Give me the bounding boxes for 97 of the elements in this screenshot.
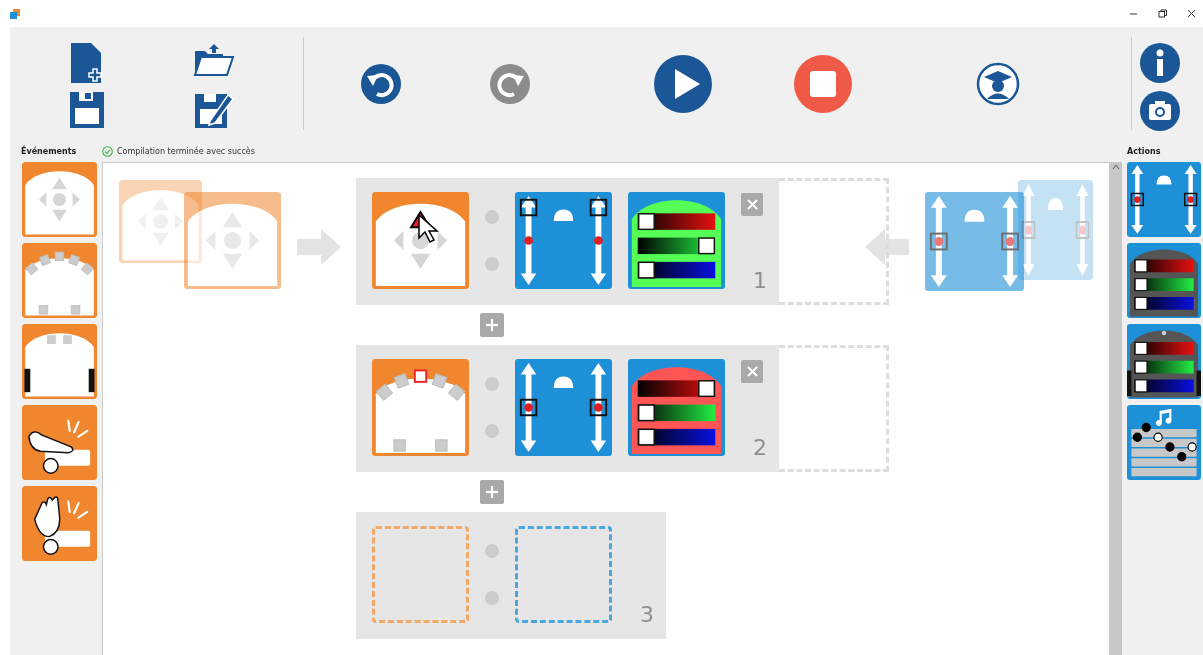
sensor-square[interactable] — [413, 369, 428, 383]
motor-slider-thumb[interactable] — [519, 398, 538, 417]
connector-dot — [485, 257, 499, 271]
scroll-up-icon[interactable] — [1112, 164, 1120, 170]
color-slider-thumb[interactable] — [1134, 259, 1148, 273]
bottom-led-action-card[interactable] — [1127, 324, 1201, 399]
actions-title: Actions — [1127, 146, 1161, 156]
robot-icon — [964, 209, 985, 222]
floppy-pencil-icon[interactable] — [193, 91, 234, 129]
plus-icon — [485, 318, 499, 332]
color-slider-thumb[interactable] — [698, 380, 716, 398]
motors-action-card[interactable] — [515, 359, 612, 456]
ground-event-card[interactable] — [22, 324, 97, 399]
rule-number: 1 — [753, 268, 767, 293]
color-slider-thumb[interactable] — [1134, 341, 1148, 355]
close-icon[interactable] — [1186, 8, 1197, 19]
robot-icon — [553, 209, 574, 222]
color-slider-thumb[interactable] — [637, 428, 655, 446]
motors-action-card[interactable] — [515, 192, 612, 289]
sensor-square — [63, 335, 72, 344]
sensor-square — [47, 335, 56, 344]
graduation-cap-icon[interactable] — [976, 61, 1020, 106]
close-icon — [745, 365, 759, 378]
left-arrow-icon — [865, 227, 909, 267]
motor-slider[interactable] — [519, 362, 538, 453]
motor-slider-thumb[interactable] — [1001, 232, 1020, 251]
color-slider-thumb[interactable] — [637, 261, 655, 279]
stop-icon[interactable] — [794, 54, 852, 113]
robot-icon — [1156, 175, 1172, 185]
color-slider[interactable] — [637, 380, 716, 398]
info-icon[interactable] — [1139, 43, 1180, 83]
color-slider[interactable] — [1134, 296, 1194, 310]
restore-icon[interactable] — [1157, 8, 1168, 19]
color-slider-thumb[interactable] — [637, 404, 655, 422]
motor-slider-thumb[interactable] — [589, 398, 608, 417]
rule-number: 3 — [640, 602, 654, 627]
motor-slider[interactable] — [1183, 165, 1198, 234]
motor-slider[interactable] — [519, 195, 538, 286]
motor-slider-thumb[interactable] — [589, 198, 608, 217]
color-slider-thumb[interactable] — [1134, 379, 1148, 393]
connector-dot — [485, 377, 499, 391]
motor-slider-thumb[interactable] — [1183, 192, 1198, 207]
status-message: Compilation terminée avec succès — [117, 146, 255, 156]
motor-slider[interactable] — [1001, 195, 1020, 288]
color-slider[interactable] — [637, 213, 716, 231]
new-file-icon[interactable] — [68, 43, 105, 83]
connector-dot — [485, 210, 499, 224]
clapping-hands-robot-drawing — [33, 496, 91, 555]
color-slider-thumb[interactable] — [1134, 296, 1148, 310]
motor-slider[interactable] — [929, 195, 948, 288]
color-slider[interactable] — [1134, 341, 1194, 355]
play-icon[interactable] — [654, 54, 712, 113]
color-slider[interactable] — [1134, 278, 1194, 292]
motor-slider[interactable] — [1021, 184, 1036, 276]
undo-icon[interactable] — [361, 63, 401, 104]
mouse-pointer-icon — [418, 214, 440, 244]
buttons-event-card[interactable] — [372, 192, 469, 289]
proximity-event-card[interactable] — [372, 359, 469, 456]
robot-icon — [1048, 198, 1063, 210]
clap-event-card[interactable] — [22, 486, 97, 561]
motor-slider[interactable] — [589, 362, 608, 453]
connector-dot — [485, 591, 499, 605]
music-action-card[interactable] — [1127, 405, 1201, 480]
close-icon — [745, 198, 759, 211]
connector-dot — [485, 544, 499, 558]
events-title: Événements — [21, 146, 77, 156]
motor-slider-thumb[interactable] — [519, 198, 538, 217]
robot-top-shape — [25, 171, 94, 235]
wheel-bar — [1127, 370, 1132, 396]
color-slider-thumb[interactable] — [1134, 278, 1148, 292]
color-slider-thumb[interactable] — [637, 213, 655, 231]
wheel-bar — [1196, 370, 1201, 396]
motors-action-card[interactable] — [1127, 162, 1201, 237]
proximity-event-card[interactable] — [22, 243, 97, 318]
motor-slider-thumb[interactable] — [1130, 192, 1145, 207]
color-slider-thumb[interactable] — [698, 237, 716, 255]
motor-slider[interactable] — [1075, 184, 1090, 276]
app-logo-icon — [10, 8, 20, 19]
color-slider-thumb[interactable] — [1134, 360, 1148, 374]
music-note-icon — [1155, 408, 1172, 426]
motor-slider-thumb[interactable] — [929, 232, 948, 251]
light-dot — [1161, 330, 1167, 336]
wheel-bar — [88, 368, 95, 393]
motor-slider[interactable] — [1130, 165, 1145, 234]
motor-slider[interactable] — [589, 195, 608, 286]
hand-tapping-robot-drawing — [28, 419, 91, 474]
floppy-disk-icon[interactable] — [68, 91, 105, 129]
rule-number: 2 — [753, 435, 767, 460]
music-staff-drawing — [1131, 422, 1197, 477]
top-led-action-card[interactable] — [1127, 243, 1201, 318]
wheel-bar — [24, 368, 31, 393]
right-arrow-icon — [297, 227, 341, 267]
robot-icon — [553, 376, 574, 389]
plus-icon — [485, 485, 499, 499]
connector-dot — [485, 424, 499, 438]
camera-icon[interactable] — [1139, 91, 1180, 131]
tap-event-card[interactable] — [22, 405, 97, 480]
